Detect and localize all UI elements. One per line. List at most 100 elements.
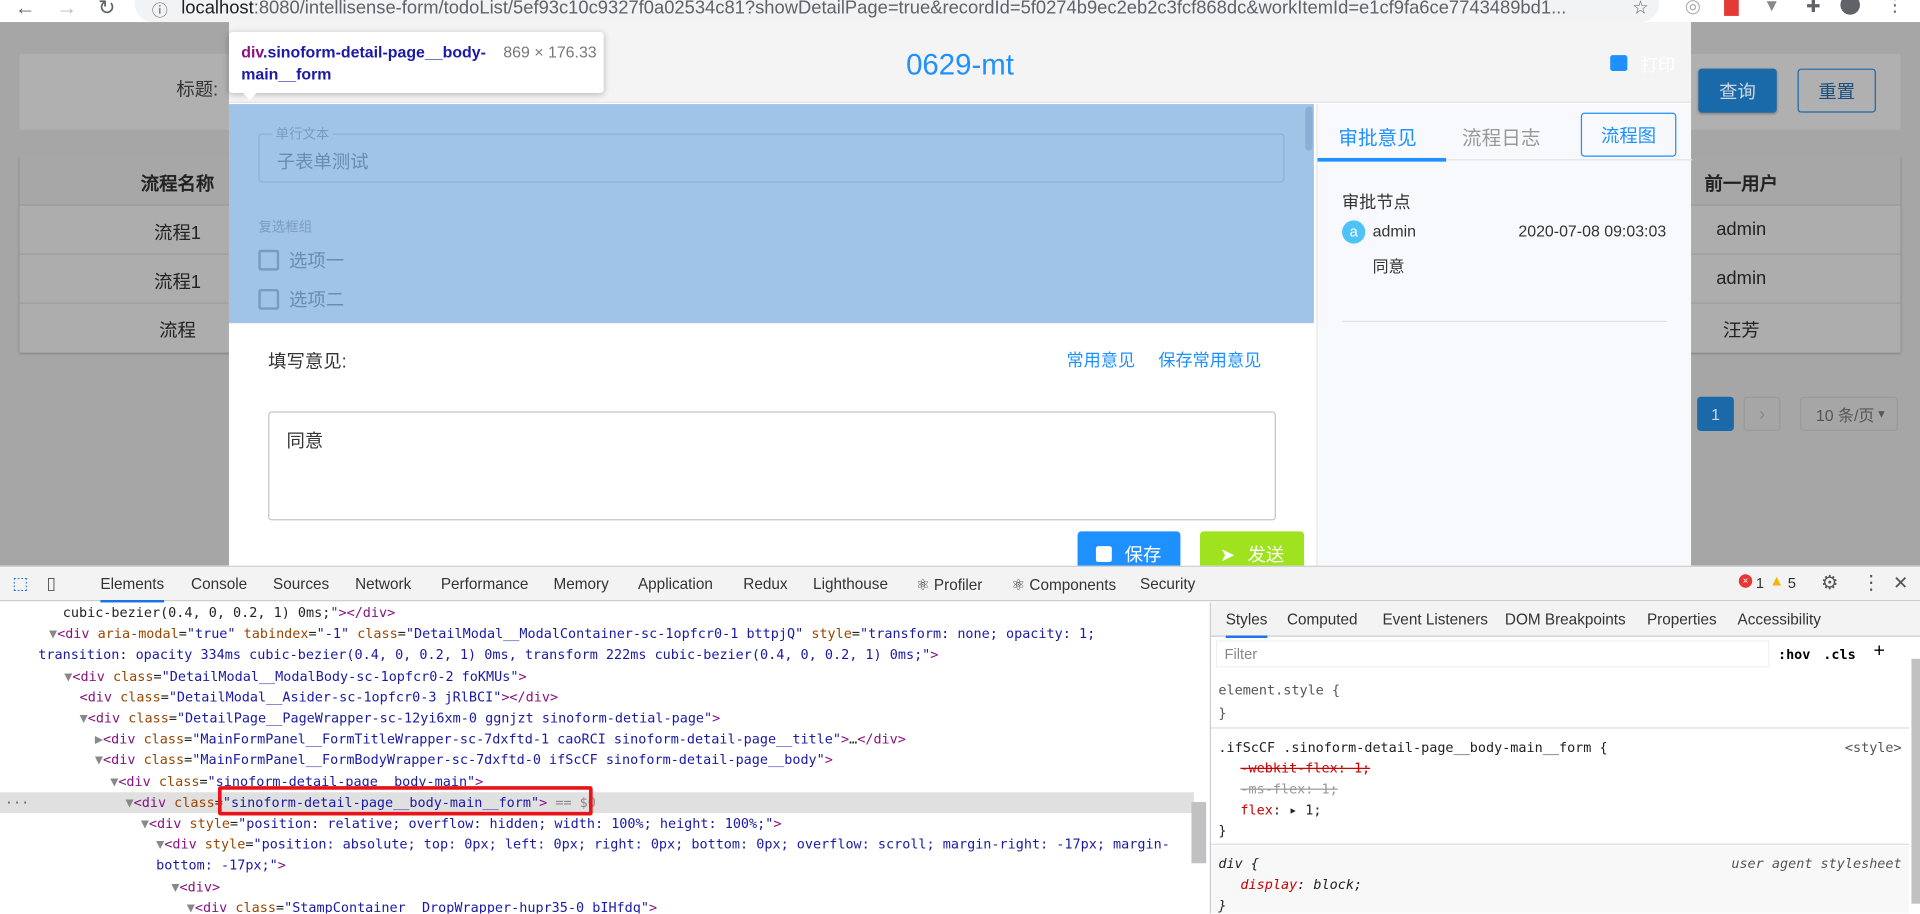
expand-arrow-icon[interactable]: ▼	[126, 794, 134, 810]
expand-arrow-icon[interactable]: ▼	[110, 773, 118, 789]
dom-node-line[interactable]: ▼<div class="sinoform-detail-page__body-…	[0, 791, 1194, 813]
dom-node-line[interactable]: ▼<div style="position: relative; overflo…	[0, 813, 1194, 834]
dom-node-line[interactable]: ▼<div class="DetailModal__ModalBody-sc-1…	[0, 666, 1194, 687]
save-common-opinion-link[interactable]: 保存常用意见	[1158, 348, 1261, 372]
styles-subtab[interactable]: Accessibility	[1738, 611, 1821, 628]
hov-toggle[interactable]: :hov	[1778, 647, 1810, 663]
forward-icon[interactable]: →	[56, 0, 77, 21]
dom-node-line[interactable]: ▼<div class="MainFormPanel__FormBodyWrap…	[0, 750, 1194, 771]
opinion-textarea[interactable]: 同意	[268, 411, 1276, 521]
print-icon[interactable]	[1610, 55, 1628, 72]
inspect-element-icon[interactable]: ⬚	[12, 573, 28, 594]
close-devtools-icon[interactable]: ✕	[1893, 572, 1908, 594]
flowchart-button[interactable]: 流程图	[1580, 112, 1677, 157]
dom-node-line[interactable]: ▼<div style="position: absolute; top: 0p…	[0, 834, 1194, 855]
node-actions-icon[interactable]: ···	[5, 792, 29, 813]
devtools-tab[interactable]: Sources	[273, 576, 329, 593]
dom-node-line[interactable]: ▼<div>	[0, 876, 1194, 897]
expand-arrow-icon[interactable]: ▼	[80, 710, 88, 726]
styles-subtab[interactable]: DOM Breakpoints	[1505, 611, 1626, 628]
devtools-tab[interactable]: Application	[638, 576, 713, 593]
dom-node-line[interactable]: ▼<div aria-modal="true" tabindex="-1" cl…	[0, 623, 1194, 644]
css-property[interactable]: flex: ▸ 1;	[1218, 800, 1901, 821]
expand-arrow-icon[interactable]: ▼	[49, 626, 57, 642]
element-style-rule[interactable]: element.style { }	[1211, 671, 1909, 729]
dom-node-line[interactable]: <div class="DetailModal__Asider-sc-1opfc…	[0, 687, 1194, 708]
expand-arrow-icon[interactable]: ▼	[156, 837, 164, 853]
more-options-icon[interactable]: ⋮	[1861, 571, 1881, 595]
back-icon[interactable]: ←	[15, 0, 36, 21]
page-1-button[interactable]: 1	[1697, 396, 1734, 432]
styles-subtab[interactable]: Event Listeners	[1382, 611, 1488, 628]
dom-scrollbar[interactable]	[1191, 802, 1207, 864]
query-button[interactable]: 查询	[1698, 68, 1777, 113]
css-rule[interactable]: .ifScCF .sinoform-detail-page__body-main…	[1211, 730, 1909, 845]
dom-node-line[interactable]: cubic-bezier(0.4, 0, 0.2, 1) 0ms;"></div…	[0, 602, 1194, 623]
filter-placeholder: Filter	[1224, 645, 1258, 663]
devtools-tab[interactable]: ⚛ Profiler	[916, 576, 982, 594]
devtools-tab[interactable]: Elements	[100, 576, 165, 603]
tab-approval-opinion[interactable]: 审批意见	[1338, 121, 1416, 150]
reload-icon[interactable]: ↻	[98, 0, 115, 21]
styles-subtab[interactable]: Styles	[1225, 611, 1268, 638]
devtools-tab[interactable]: Network	[355, 576, 411, 593]
rule-source-link[interactable]: <style>	[1845, 737, 1902, 758]
expand-arrow-icon[interactable]: ▶	[95, 731, 103, 747]
scrollbar[interactable]	[1305, 106, 1313, 151]
styles-filter-input[interactable]: Filter	[1215, 640, 1770, 668]
dom-node-line[interactable]: ▶<div class="MainFormPanel__FormTitleWra…	[0, 729, 1194, 750]
devtools-tab[interactable]: Lighthouse	[813, 576, 888, 593]
expand-arrow-icon[interactable]: ▼	[64, 668, 72, 684]
menu-icon[interactable]: ⋮	[1886, 0, 1904, 16]
address-bar[interactable]: localhost:8080/intellisense-form/todoLis…	[134, 0, 1660, 23]
profile-icon[interactable]	[1840, 0, 1861, 15]
page-size-select[interactable]: 10 条/页 ▼	[1800, 396, 1898, 432]
common-opinion-link[interactable]: 常用意见	[1067, 348, 1136, 372]
expand-arrow-icon[interactable]: ▼	[171, 879, 179, 895]
dom-node-line[interactable]: transition: opacity 334ms cubic-bezier(0…	[0, 645, 1194, 666]
expand-arrow-icon[interactable]: ▼	[95, 752, 103, 768]
devtools-tab[interactable]: Redux	[743, 576, 787, 593]
checkbox-icon[interactable]	[258, 288, 280, 310]
warning-count[interactable]: 5	[1788, 574, 1796, 591]
dom-node-line[interactable]: ▼<div class="sinoform-detail-page__body-…	[0, 771, 1194, 792]
vue-devtools-icon[interactable]: ▼	[1763, 0, 1780, 15]
styles-subtab[interactable]: Computed	[1287, 611, 1358, 628]
dom-token: =	[153, 668, 162, 684]
dom-token: "-1"	[316, 625, 358, 642]
cls-toggle[interactable]: .cls	[1823, 647, 1855, 663]
css-property-overridden[interactable]: -webkit-flex: 1;	[1218, 758, 1901, 779]
reset-button[interactable]: 重置	[1797, 68, 1876, 113]
checkbox-icon[interactable]	[258, 249, 280, 271]
new-rule-plus-icon[interactable]: +	[1873, 640, 1884, 662]
devtools-tab[interactable]: Security	[1140, 576, 1195, 593]
rule-close: }	[1218, 705, 1227, 722]
dom-node-line[interactable]: ▼<div class="StampContainer__DropWrapper…	[0, 897, 1194, 914]
css-property-overridden[interactable]: -ms-flex: 1;	[1218, 779, 1901, 800]
dom-node-line[interactable]: ▼<div class="DetailPage__PageWrapper-sc-…	[0, 708, 1194, 729]
info-icon[interactable]: ⓘ	[152, 0, 168, 21]
devtools-tab[interactable]: Performance	[441, 576, 529, 593]
next-page-button[interactable]: ›	[1743, 396, 1781, 432]
devtools-tab[interactable]: Console	[191, 576, 247, 593]
tab-process-log[interactable]: 流程日志	[1462, 121, 1540, 150]
single-line-text-field[interactable]: 单行文本 子表单测试	[258, 123, 1285, 183]
dom-node-line[interactable]: bottom: -17px;">	[0, 855, 1194, 876]
star-icon[interactable]: ☆	[1632, 0, 1648, 18]
checkbox-option[interactable]: 选项一	[258, 247, 344, 273]
expand-arrow-icon[interactable]: ▼	[141, 816, 149, 832]
devtools-tab[interactable]: ⚛ Components	[1011, 576, 1116, 594]
extension-icon[interactable]	[1724, 0, 1739, 16]
devtools-tab[interactable]: Memory	[553, 576, 608, 593]
error-count[interactable]: 1	[1756, 574, 1764, 591]
extension-icon[interactable]: ◎	[1685, 0, 1701, 17]
styles-subtab[interactable]: Properties	[1647, 611, 1717, 628]
dom-token: >	[648, 899, 658, 914]
checkbox-option[interactable]: 选项二	[258, 287, 344, 313]
expand-arrow-icon[interactable]: ▼	[187, 900, 195, 914]
device-toggle-icon[interactable]: ▯	[47, 573, 56, 594]
puzzle-icon[interactable]: ✚	[1806, 0, 1820, 17]
settings-gear-icon[interactable]: ⚙	[1821, 571, 1839, 595]
print-button[interactable]: 打印	[1641, 53, 1675, 77]
styles-scrollbar[interactable]	[1911, 658, 1920, 904]
